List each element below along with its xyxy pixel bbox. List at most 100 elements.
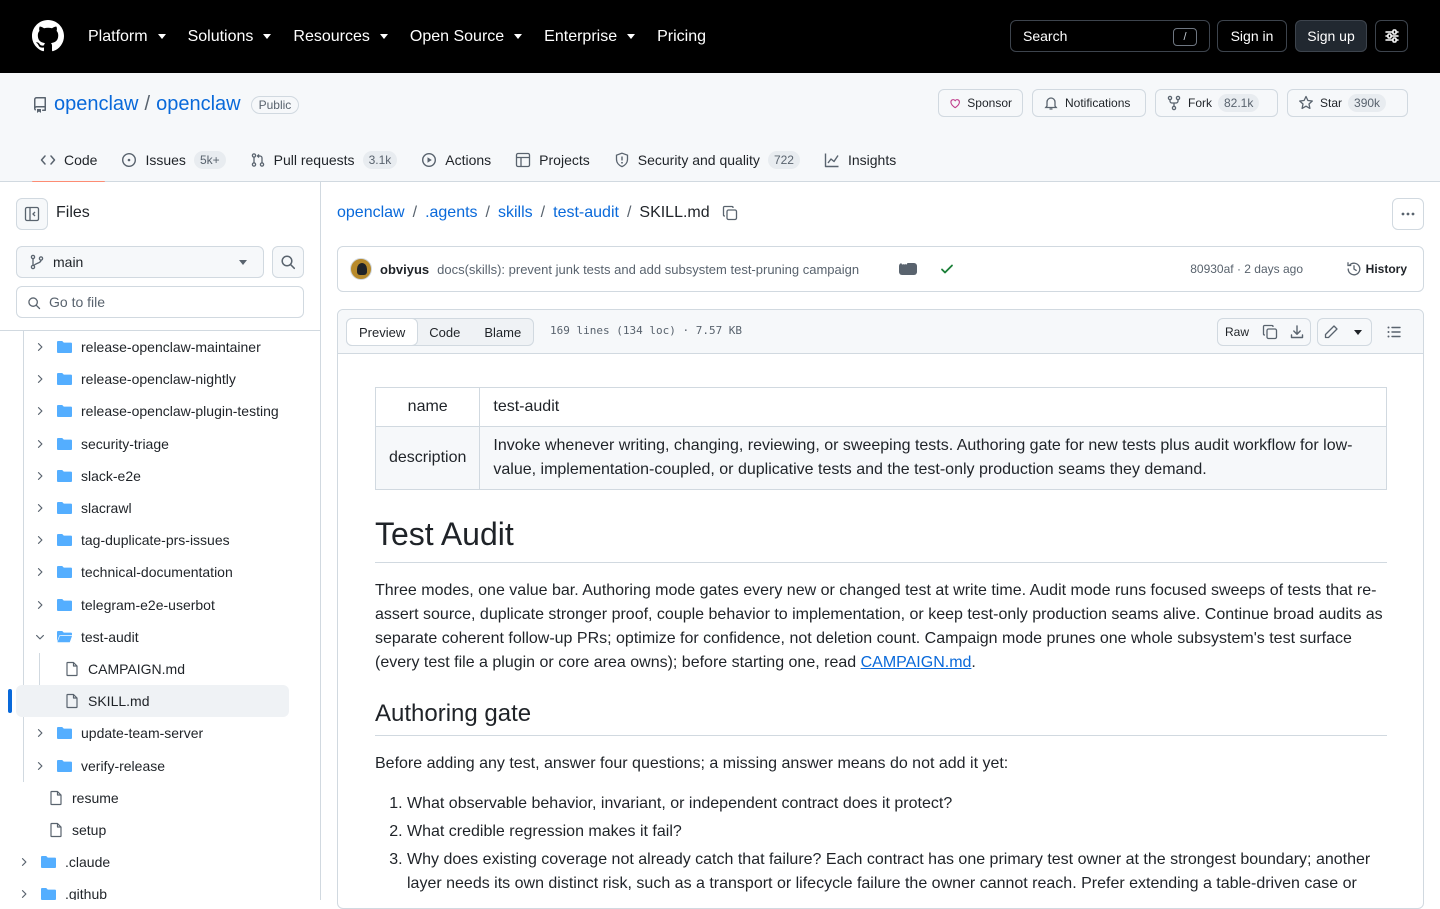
search-label: Search bbox=[1023, 28, 1068, 44]
tree-item-file[interactable]: resume bbox=[48, 782, 119, 814]
tree-item-folder[interactable]: telegram-e2e-userbot bbox=[32, 589, 215, 621]
github-logo-icon[interactable] bbox=[32, 20, 64, 52]
tab-security[interactable]: Security and quality 722 bbox=[606, 137, 808, 182]
fork-button[interactable]: Fork 82.1k bbox=[1155, 89, 1278, 117]
file-icon bbox=[64, 661, 80, 677]
outline-button[interactable] bbox=[1380, 318, 1408, 346]
check-icon[interactable] bbox=[939, 261, 955, 277]
history-button[interactable]: History bbox=[1346, 261, 1407, 277]
sponsor-button[interactable]: Sponsor bbox=[938, 89, 1023, 117]
breadcrumb-link[interactable]: test-audit bbox=[553, 204, 619, 222]
download-button[interactable] bbox=[1283, 318, 1311, 346]
search-input[interactable]: Search / bbox=[1010, 20, 1210, 52]
tab-pull-requests[interactable]: Pull requests 3.1k bbox=[242, 137, 406, 182]
commit-author[interactable]: obviyus bbox=[380, 262, 429, 277]
go-to-file-placeholder: Go to file bbox=[49, 294, 106, 310]
list-item: What observable behavior, invariant, or … bbox=[407, 792, 1387, 816]
file-toolbar: Preview Code Blame 169 lines (134 loc) ·… bbox=[338, 310, 1423, 354]
copy-icon bbox=[1262, 324, 1277, 340]
copy-path-button[interactable] bbox=[722, 205, 738, 221]
tab-projects[interactable]: Projects bbox=[507, 137, 598, 182]
tree-item-folder[interactable]: .claude bbox=[16, 846, 110, 878]
go-to-file-input[interactable]: Go to file bbox=[16, 286, 304, 318]
chevron-right-icon[interactable] bbox=[16, 856, 32, 868]
settings-menu-button[interactable] bbox=[1375, 20, 1408, 52]
issue-icon bbox=[122, 152, 137, 167]
nav-solutions[interactable]: Solutions bbox=[188, 28, 272, 46]
tab-preview[interactable]: Preview bbox=[346, 318, 419, 346]
chevron-right-icon[interactable] bbox=[32, 566, 48, 578]
nav-pricing[interactable]: Pricing bbox=[657, 28, 706, 46]
nav-resources[interactable]: Resources bbox=[293, 28, 388, 46]
tree-item-folder[interactable]: tag-duplicate-prs-issues bbox=[32, 524, 230, 556]
chevron-right-icon[interactable] bbox=[32, 727, 48, 739]
breadcrumb-link[interactable]: openclaw bbox=[337, 204, 405, 222]
section-heading: Authoring gate bbox=[375, 699, 1387, 736]
search-files-button[interactable] bbox=[272, 246, 304, 278]
commit-sha-time[interactable]: 80930af · 2 days ago bbox=[1190, 262, 1303, 276]
chevron-down-icon[interactable] bbox=[32, 631, 48, 643]
tree-item-folder[interactable]: verify-release bbox=[32, 750, 165, 782]
chevron-right-icon[interactable] bbox=[32, 438, 48, 450]
document-title: Test Audit bbox=[375, 514, 1387, 563]
commit-message[interactable]: docs(skills): prevent junk tests and add… bbox=[437, 262, 887, 277]
more-options-button[interactable] bbox=[1392, 198, 1424, 230]
tree-item-folder[interactable]: .github bbox=[16, 878, 107, 900]
breadcrumb-link[interactable]: skills bbox=[498, 204, 533, 222]
tab-code-view[interactable]: Code bbox=[417, 319, 472, 345]
tree-item-folder[interactable]: release-openclaw-nightly bbox=[32, 363, 236, 395]
expand-commit-button[interactable] bbox=[899, 259, 918, 275]
signup-button[interactable]: Sign up bbox=[1295, 20, 1367, 52]
breadcrumb-link[interactable]: .agents bbox=[425, 204, 477, 222]
star-button[interactable]: Star 390k bbox=[1287, 89, 1408, 117]
chevron-right-icon[interactable] bbox=[32, 534, 48, 546]
global-header: Platform Solutions Resources Open Source… bbox=[0, 0, 1440, 73]
tree-item-file[interactable]: setup bbox=[48, 814, 106, 846]
tree-item-file[interactable]: SKILL.md bbox=[64, 685, 149, 717]
tree-item-label: verify-release bbox=[81, 757, 166, 774]
download-icon bbox=[1290, 325, 1303, 339]
tree-item-folder[interactable]: slack-e2e bbox=[32, 460, 141, 492]
edit-file-button[interactable] bbox=[1317, 318, 1345, 346]
raw-button[interactable]: Raw bbox=[1217, 318, 1257, 346]
chevron-right-icon[interactable] bbox=[32, 599, 48, 611]
folder-icon bbox=[56, 500, 73, 516]
tree-item-folder[interactable]: release-openclaw-maintainer bbox=[32, 331, 261, 363]
tree-item-file[interactable]: CAMPAIGN.md bbox=[64, 653, 185, 685]
kebab-horizontal-icon bbox=[1401, 212, 1415, 216]
nav-enterprise[interactable]: Enterprise bbox=[544, 28, 636, 46]
tab-actions[interactable]: Actions bbox=[413, 137, 499, 182]
tab-code[interactable]: Code bbox=[32, 137, 106, 183]
tree-item-folder[interactable]: release-openclaw-plugin-testing bbox=[32, 395, 279, 427]
nav-platform[interactable]: Platform bbox=[88, 28, 166, 46]
chevron-right-icon[interactable] bbox=[16, 888, 32, 900]
fork-count: 82.1k bbox=[1218, 94, 1260, 112]
signin-button[interactable]: Sign in bbox=[1217, 20, 1287, 52]
nav-open-source[interactable]: Open Source bbox=[410, 28, 523, 46]
chevron-right-icon[interactable] bbox=[32, 341, 48, 353]
repo-name-link[interactable]: openclaw bbox=[156, 93, 241, 116]
tab-insights[interactable]: Insights bbox=[816, 137, 904, 182]
tab-blame[interactable]: Blame bbox=[472, 319, 533, 345]
tab-issues[interactable]: Issues 5k+ bbox=[113, 137, 233, 182]
chevron-right-icon[interactable] bbox=[32, 405, 48, 417]
tree-item-folder[interactable]: test-audit bbox=[32, 621, 139, 653]
repo-owner-link[interactable]: openclaw bbox=[54, 93, 139, 116]
tree-item-folder[interactable]: security-triage bbox=[32, 428, 169, 460]
chevron-right-icon[interactable] bbox=[32, 502, 48, 514]
notifications-button[interactable]: Notifications bbox=[1032, 89, 1146, 117]
chevron-right-icon[interactable] bbox=[32, 373, 48, 385]
tree-item-folder[interactable]: update-team-server bbox=[32, 717, 203, 749]
branch-selector[interactable]: main bbox=[16, 246, 264, 278]
tree-item-folder[interactable]: slacrawl bbox=[32, 492, 132, 524]
graph-icon bbox=[824, 153, 839, 167]
tree-item-folder[interactable]: technical-documentation bbox=[32, 556, 233, 588]
collapse-sidebar-button[interactable] bbox=[16, 198, 48, 230]
chevron-right-icon[interactable] bbox=[32, 470, 48, 482]
edit-options-button[interactable] bbox=[1344, 318, 1372, 346]
chevron-right-icon[interactable] bbox=[32, 760, 48, 772]
copy-raw-button[interactable] bbox=[1256, 318, 1284, 346]
frontmatter-value: Invoke whenever writing, changing, revie… bbox=[479, 426, 1387, 490]
campaign-link[interactable]: CAMPAIGN.md bbox=[861, 654, 972, 671]
avatar[interactable] bbox=[350, 258, 372, 280]
